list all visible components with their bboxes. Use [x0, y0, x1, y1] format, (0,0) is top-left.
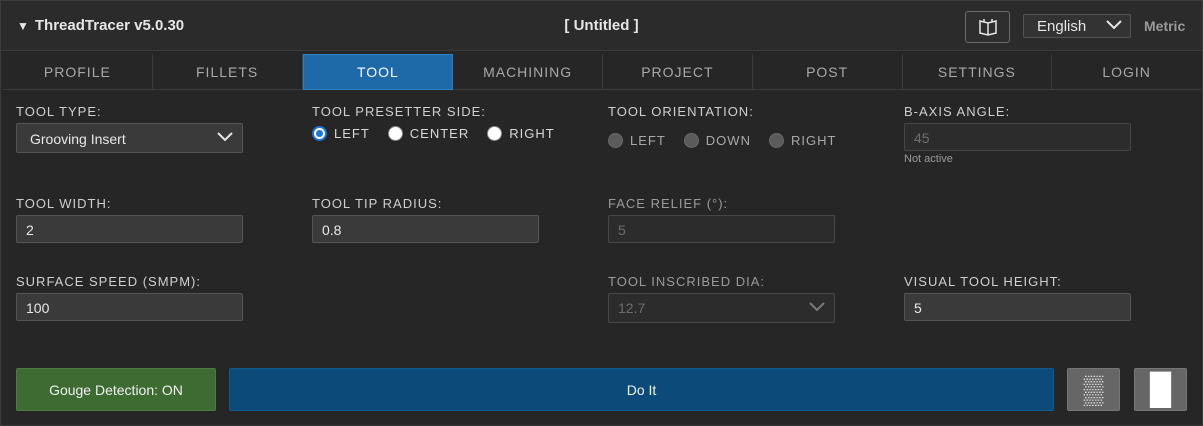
- collapse-triangle-icon[interactable]: ▼: [17, 19, 29, 33]
- face-relief-input: 5: [608, 215, 835, 243]
- tool-type-select[interactable]: Grooving Insert: [16, 123, 243, 153]
- tip-radius-input[interactable]: 0.8: [312, 215, 539, 243]
- presetter-left-radio[interactable]: [312, 126, 327, 141]
- panel-toggle-button[interactable]: █: [1134, 368, 1187, 411]
- tab-post[interactable]: POST: [752, 54, 903, 90]
- b-axis-angle-input: 45: [904, 123, 1131, 151]
- inscribed-dia-select: 12.7: [608, 293, 835, 323]
- do-it-button[interactable]: Do It: [229, 368, 1054, 411]
- tab-settings[interactable]: SETTINGS: [902, 54, 1053, 90]
- presetter-right-radio[interactable]: [487, 126, 503, 141]
- presetter-left-label[interactable]: LEFT: [334, 126, 370, 141]
- document-title: [ Untitled ]: [564, 17, 639, 34]
- tip-radius-label: TOOL TIP RADIUS:: [312, 196, 443, 211]
- orientation-down-radio: [683, 133, 699, 148]
- tool-width-label: TOOL WIDTH:: [16, 196, 112, 211]
- b-axis-note: Not active: [904, 153, 953, 165]
- orientation-right-radio: [768, 133, 784, 148]
- app-title-text: ThreadTracer v5.0.30: [34, 17, 185, 34]
- tab-machining[interactable]: MACHINING: [453, 54, 603, 90]
- orientation-right-label: RIGHT: [790, 133, 837, 148]
- chevron-down-icon: [809, 302, 825, 312]
- tab-tool[interactable]: TOOL: [302, 54, 454, 90]
- panel-icon: █: [1149, 372, 1172, 406]
- b-axis-angle-label: B-AXIS ANGLE:: [904, 104, 1011, 119]
- tab-profile[interactable]: PROFILE: [3, 54, 153, 90]
- orientation-left-radio: [608, 133, 623, 148]
- orientation-radio-group: LEFT DOWN RIGHT: [608, 133, 854, 148]
- language-select[interactable]: English: [1023, 14, 1131, 38]
- chevron-down-icon: [217, 132, 233, 142]
- header-bar: ▼ ThreadTracer v5.0.30 [ Untitled ] Engli…: [1, 1, 1202, 51]
- app-window: ▼ ThreadTracer v5.0.30 [ Untitled ] Engli…: [0, 0, 1203, 426]
- presetter-side-label: TOOL PRESETTER SIDE:: [312, 104, 486, 119]
- gouge-detection-button[interactable]: Gouge Detection: ON: [16, 368, 216, 411]
- tab-fillets[interactable]: FILLETS: [152, 54, 303, 90]
- tool-type-label: TOOL TYPE:: [16, 104, 102, 119]
- inscribed-dia-label: TOOL INSCRIBED DIA:: [608, 274, 765, 289]
- app-title[interactable]: ▼ ThreadTracer v5.0.30: [17, 17, 184, 34]
- surface-speed-input[interactable]: 100: [16, 293, 243, 321]
- presetter-side-radio-group: LEFT CENTER RIGHT: [312, 126, 573, 141]
- tool-width-input[interactable]: 2: [16, 215, 243, 243]
- presetter-center-label[interactable]: CENTER: [410, 126, 469, 141]
- tab-login[interactable]: LOGIN: [1052, 54, 1201, 90]
- presetter-right-label[interactable]: RIGHT: [509, 126, 554, 141]
- orientation-down-label: DOWN: [705, 133, 751, 148]
- surface-speed-label: SURFACE SPEED (SMPM):: [16, 274, 201, 289]
- tab-project[interactable]: PROJECT: [603, 54, 753, 90]
- pattern-toggle-button[interactable]: ▒: [1067, 368, 1120, 411]
- inscribed-dia-value: 12.7: [618, 300, 646, 316]
- pattern-icon: ▒: [1083, 373, 1104, 405]
- tool-type-value: Grooving Insert: [30, 131, 126, 147]
- visual-height-label: VISUAL TOOL HEIGHT:: [904, 274, 1062, 289]
- chevron-down-icon: [1106, 20, 1122, 30]
- help-book-button[interactable]: [965, 11, 1010, 43]
- visual-height-input[interactable]: 5: [904, 293, 1131, 321]
- presetter-center-radio[interactable]: [387, 126, 403, 141]
- book-icon: [978, 19, 997, 36]
- orientation-left-label: LEFT: [630, 133, 666, 148]
- language-value: English: [1037, 18, 1087, 35]
- face-relief-label: FACE RELIEF (°):: [608, 196, 729, 211]
- main-tabs: PROFILE FILLETS TOOL MACHINING PROJECT P…: [3, 54, 1201, 90]
- orientation-label: TOOL ORIENTATION:: [608, 104, 754, 119]
- units-label[interactable]: Metric: [1144, 18, 1185, 34]
